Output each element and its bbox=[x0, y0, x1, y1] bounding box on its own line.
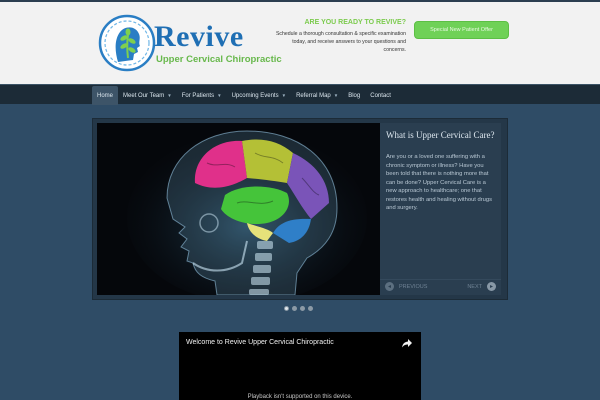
nav-item-contact[interactable]: Contact bbox=[365, 86, 396, 105]
chevron-down-icon: ▼ bbox=[167, 93, 172, 98]
nav-item-for-patients[interactable]: For Patients ▼ bbox=[177, 86, 227, 105]
video-message: Playback isn't supported on this device. bbox=[247, 394, 353, 400]
arrow-right-icon: ▸ bbox=[487, 282, 496, 291]
slider-dot[interactable] bbox=[292, 306, 297, 311]
slider-dot[interactable] bbox=[300, 306, 305, 311]
video-embed[interactable]: Welcome to Revive Upper Cervical Chiropr… bbox=[179, 332, 421, 400]
chevron-down-icon: ▼ bbox=[333, 93, 339, 98]
brain-xray-illustration bbox=[97, 123, 380, 295]
nav-item-label: Blog bbox=[348, 92, 361, 99]
video-title[interactable]: Welcome to Revive Upper Cervical Chiropr… bbox=[186, 339, 334, 346]
main-nav: Home Meet Our Team ▼ For Patients ▼ Upcomi… bbox=[0, 84, 600, 105]
nav-item-upcoming-events[interactable]: Upcoming Events ▼ bbox=[227, 86, 292, 105]
slide-image bbox=[97, 123, 380, 295]
nav-item-label: Upcoming Events bbox=[231, 92, 279, 99]
nav-item-home[interactable]: Home bbox=[92, 86, 119, 105]
next-slide-button[interactable]: Next ▸ bbox=[467, 282, 496, 291]
brand-name: Revive bbox=[154, 20, 244, 53]
slider-dot[interactable] bbox=[284, 306, 289, 311]
nav-item-label: For Patients bbox=[181, 92, 215, 99]
previous-label: Previous bbox=[399, 283, 428, 290]
slider-dot[interactable] bbox=[308, 306, 313, 311]
arrow-left-icon: ◂ bbox=[385, 282, 394, 291]
site-header: Revive Upper Cervical Chiropractic ARE Y… bbox=[0, 0, 600, 84]
share-icon[interactable] bbox=[401, 337, 413, 349]
brand-tagline: Upper Cervical Chiropractic bbox=[156, 54, 282, 65]
next-label: Next bbox=[467, 283, 482, 290]
header-cta: ARE YOU READY TO REVIVE? Schedule a thor… bbox=[270, 18, 406, 54]
cta-heading: ARE YOU READY TO REVIVE? bbox=[304, 19, 406, 26]
nav-item-referral-map[interactable]: Referral Map ▼ bbox=[291, 86, 343, 105]
nav-item-label: Meet Our Team bbox=[123, 92, 165, 99]
hero-slider: What is Upper Cervical Care? Are you or … bbox=[92, 118, 508, 300]
nav-item-label: Home bbox=[97, 92, 114, 99]
nav-item-blog[interactable]: Blog bbox=[343, 86, 365, 105]
slide-text: Are you or a loved one suffering with a … bbox=[386, 154, 493, 211]
special-offer-button[interactable]: Special New Patient Offer bbox=[414, 21, 509, 39]
nav-item-label: Contact bbox=[370, 92, 391, 99]
chevron-down-icon: ▼ bbox=[217, 93, 222, 98]
nav-item-label: Referral Map bbox=[296, 92, 331, 99]
nav-bar: Home Meet Our Team ▼ For Patients ▼ Upcomi… bbox=[92, 86, 396, 105]
logo-emblem-icon bbox=[98, 14, 156, 72]
slide-caption-panel: What is Upper Cervical Care? Are you or … bbox=[380, 123, 501, 295]
slide-controls: ◂ Previous Next ▸ bbox=[380, 279, 501, 295]
nav-item-meet-our-team[interactable]: Meet Our Team ▼ bbox=[118, 86, 177, 105]
cta-body: Schedule a thorough consultation & speci… bbox=[275, 31, 406, 53]
slider-pagination bbox=[284, 306, 316, 311]
chevron-down-icon: ▼ bbox=[281, 93, 287, 98]
previous-slide-button[interactable]: ◂ Previous bbox=[385, 282, 427, 291]
slide-title: What is Upper Cervical Care? bbox=[386, 130, 495, 140]
site-logo[interactable]: Revive Upper Cervical Chiropractic bbox=[98, 14, 282, 74]
